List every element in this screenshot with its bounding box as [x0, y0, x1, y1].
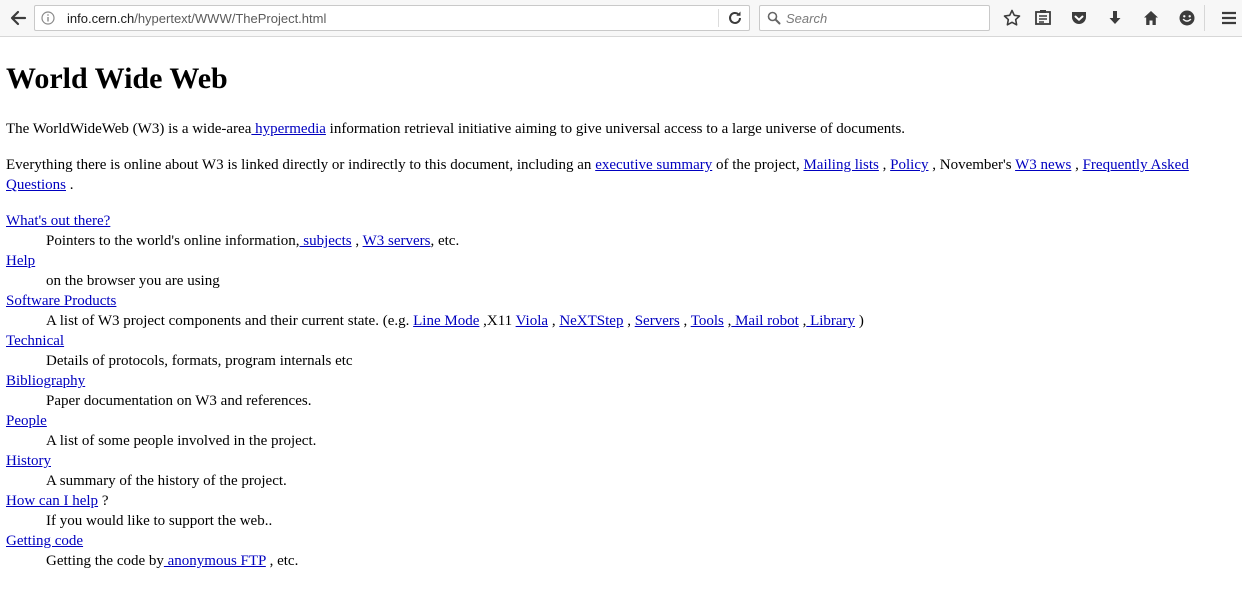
- description-text: ,X11: [479, 313, 516, 329]
- search-icon: [767, 11, 781, 25]
- search-input[interactable]: Search: [786, 11, 827, 26]
- pocket-icon: [1072, 12, 1086, 24]
- overview-text: ,: [878, 157, 891, 173]
- section-description: on the browser you are using: [46, 273, 220, 289]
- executive-summary-link[interactable]: executive summary: [595, 157, 712, 173]
- section-item: People: [6, 411, 1236, 431]
- subjects-link[interactable]: subjects: [300, 233, 351, 249]
- back-button[interactable]: [6, 6, 30, 30]
- help-link[interactable]: Help: [6, 253, 35, 269]
- mail-robot-link[interactable]: Mail robot: [731, 313, 799, 329]
- section-item: Help: [6, 251, 1236, 271]
- library-link[interactable]: Library: [806, 313, 855, 329]
- url-separator: [718, 9, 719, 27]
- section-item: Technical: [6, 331, 1236, 351]
- overview-text: , November's: [928, 157, 1016, 173]
- section-item: Software Products: [6, 291, 1236, 311]
- section-list: What's out there? Pointers to the world'…: [6, 211, 1236, 571]
- page-content: World Wide Web The WorldWideWeb (W3) is …: [6, 37, 1236, 569]
- people-link[interactable]: People: [6, 413, 47, 429]
- getting-code-link[interactable]: Getting code: [6, 533, 83, 549]
- section-description: Details of protocols, formats, program i…: [46, 353, 353, 369]
- description-text: , etc.: [265, 553, 299, 569]
- description-text: Getting the code by: [46, 553, 164, 569]
- bookmark-button[interactable]: [1000, 6, 1024, 30]
- overview-text: Everything there is online about W3 is l…: [6, 157, 596, 173]
- w3-servers-link[interactable]: W3 servers: [363, 233, 431, 249]
- home-button[interactable]: [1139, 6, 1163, 30]
- intro-text-post: information retrieval initiative aiming …: [325, 121, 906, 137]
- description-text: ,: [623, 313, 635, 329]
- section-item: Bibliography: [6, 371, 1236, 391]
- overview-paragraph: Everything there is online about W3 is l…: [6, 155, 1236, 195]
- tools-link[interactable]: Tools: [691, 313, 724, 329]
- mailing-lists-link[interactable]: Mailing lists: [803, 157, 878, 173]
- reading-list-button[interactable]: [1031, 6, 1055, 30]
- overview-text: of the project,: [712, 157, 804, 173]
- browser-toolbar: info.cern.ch/hypertext/WWW/TheProject.ht…: [0, 0, 1242, 37]
- servers-link[interactable]: Servers: [635, 313, 680, 329]
- reload-button[interactable]: [725, 8, 745, 28]
- info-icon[interactable]: [41, 11, 55, 25]
- description-text: ): [855, 313, 864, 329]
- page-title: World Wide Web: [6, 62, 228, 95]
- url-bar[interactable]: info.cern.ch/hypertext/WWW/TheProject.ht…: [34, 5, 750, 31]
- section-item: How can I help ?: [6, 491, 1236, 511]
- description-text: Pointers to the world's online informati…: [46, 233, 300, 249]
- how-can-i-help-link[interactable]: How can I help: [6, 493, 98, 509]
- description-text: A list of W3 project components and thei…: [46, 313, 414, 329]
- hello-button[interactable]: [1175, 6, 1199, 30]
- url-host: info.cern.ch: [67, 11, 135, 26]
- overview-text: .: [66, 177, 74, 193]
- description-text: , etc.: [430, 233, 460, 249]
- download-icon: [1109, 11, 1121, 24]
- description-text: ,: [548, 313, 560, 329]
- smiley-icon: [1179, 10, 1195, 26]
- reading-list-icon: [1035, 10, 1051, 25]
- policy-link[interactable]: Policy: [890, 157, 928, 173]
- section-description: Getting the code by anonymous FTP , etc.: [46, 551, 1236, 571]
- downloads-button[interactable]: [1103, 6, 1127, 30]
- menu-button[interactable]: [1217, 6, 1241, 30]
- intro-text: The WorldWideWeb (W3) is a wide-area: [6, 121, 252, 137]
- url-text[interactable]: info.cern.ch/hypertext/WWW/TheProject.ht…: [67, 11, 326, 26]
- section-description: Paper documentation on W3 and references…: [46, 393, 312, 409]
- section-description: If you would like to support the web..: [46, 513, 273, 529]
- back-icon: [10, 10, 27, 26]
- section-item: Getting code: [6, 531, 1236, 551]
- line-mode-link[interactable]: Line Mode: [413, 313, 479, 329]
- url-path: /hypertext/WWW/TheProject.html: [134, 11, 327, 26]
- intro-paragraph: The WorldWideWeb (W3) is a wide-area hyp…: [6, 119, 1236, 139]
- description-text: ,: [679, 313, 691, 329]
- hypermedia-link[interactable]: hypermedia: [251, 121, 326, 137]
- viola-link[interactable]: Viola: [516, 313, 548, 329]
- reload-icon: [729, 11, 741, 24]
- pocket-button[interactable]: [1067, 6, 1091, 30]
- section-description: A list of some people involved in the pr…: [46, 433, 317, 449]
- section-description: A list of W3 project components and thei…: [46, 311, 1236, 331]
- bibliography-link[interactable]: Bibliography: [6, 373, 85, 389]
- section-description: Pointers to the world's online informati…: [46, 231, 1236, 251]
- technical-link[interactable]: Technical: [6, 333, 64, 349]
- search-bar[interactable]: Search: [759, 5, 990, 31]
- term-suffix: ?: [98, 493, 109, 509]
- menu-icon: [1222, 11, 1236, 25]
- software-products-link[interactable]: Software Products: [6, 293, 116, 309]
- anonymous-ftp-link[interactable]: anonymous FTP: [164, 553, 266, 569]
- history-link[interactable]: History: [6, 453, 51, 469]
- description-text: ,: [351, 233, 363, 249]
- w3-news-link[interactable]: W3 news: [1015, 157, 1071, 173]
- home-icon: [1144, 11, 1158, 25]
- toolbar-divider: [1204, 5, 1205, 31]
- nextstep-link[interactable]: NeXTStep: [559, 313, 623, 329]
- whats-out-there-link[interactable]: What's out there?: [6, 213, 110, 229]
- overview-text: ,: [1071, 157, 1083, 173]
- section-item: What's out there?: [6, 211, 1236, 231]
- section-item: History: [6, 451, 1236, 471]
- bookmark-star-icon: [1003, 9, 1021, 26]
- section-description: A summary of the history of the project.: [46, 473, 287, 489]
